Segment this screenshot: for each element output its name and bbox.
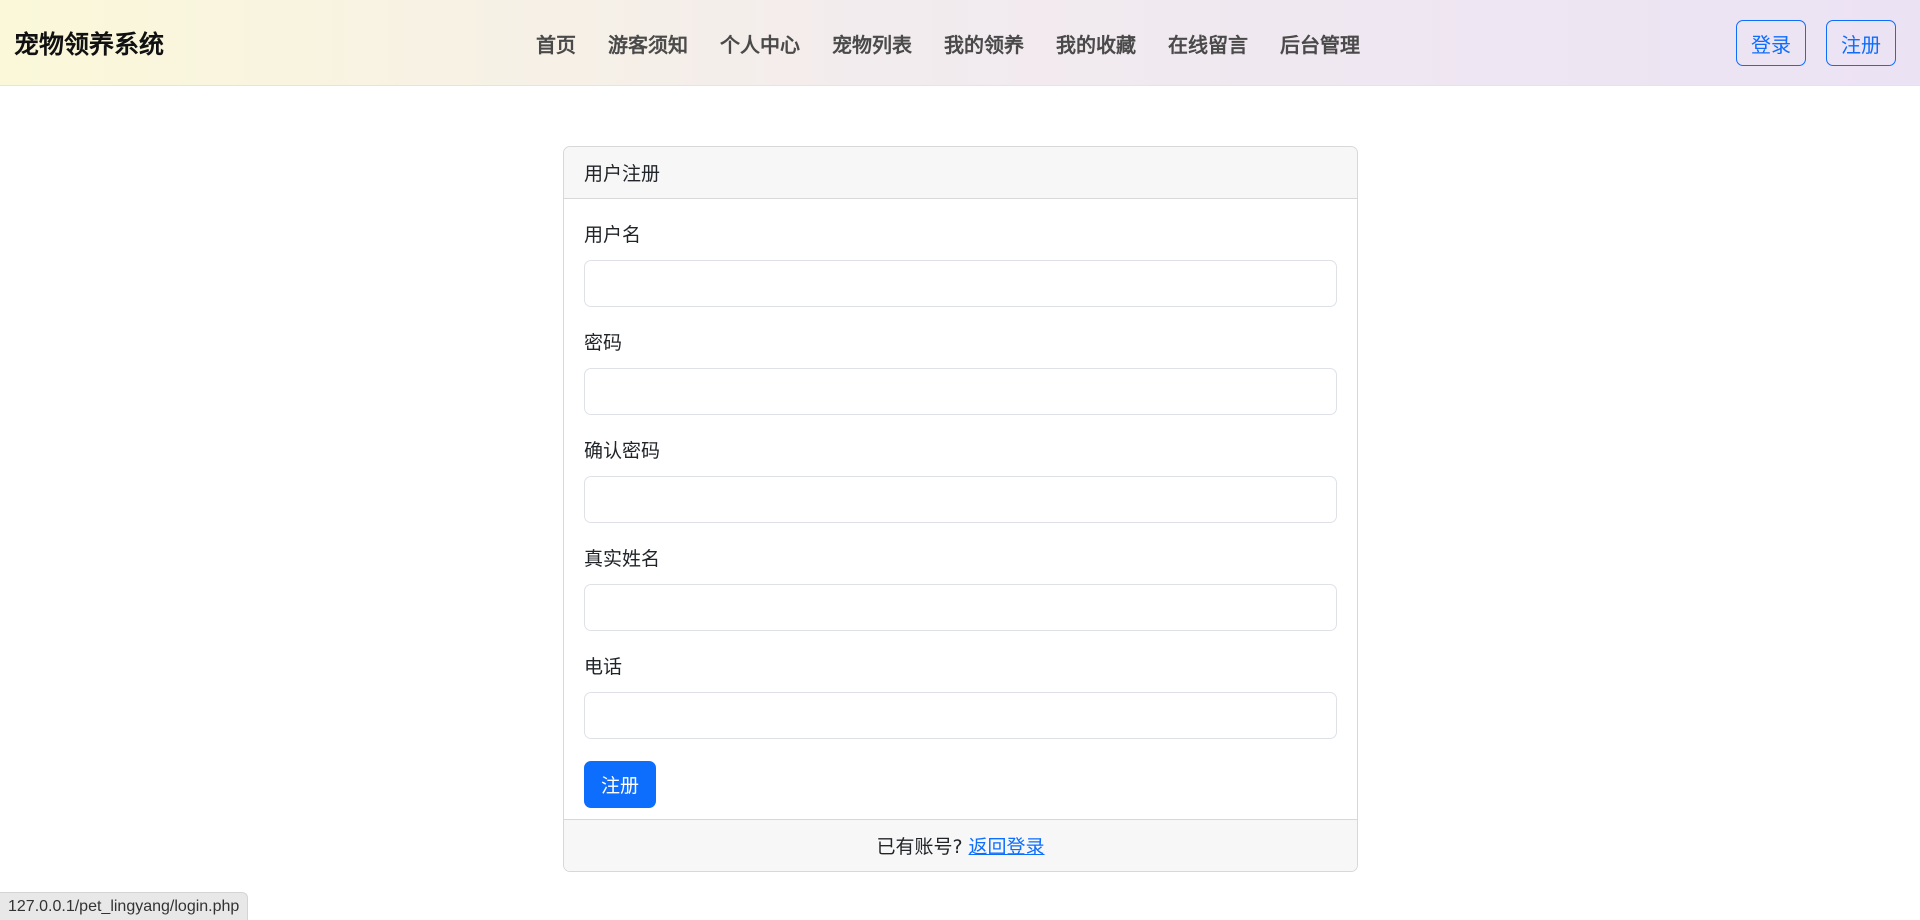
phone-input[interactable] [584, 692, 1337, 739]
nav-link-visitor-notice[interactable]: 游客须知 [592, 29, 704, 58]
confirm-password-label: 确认密码 [584, 440, 661, 462]
username-input[interactable] [584, 260, 1337, 307]
register-submit-button[interactable]: 注册 [584, 761, 656, 808]
card-title: 用户注册 [564, 147, 1357, 199]
card-footer: 已有账号? 返回登录 [564, 819, 1357, 871]
password-label: 密码 [584, 332, 623, 354]
status-bar-url: 127.0.0.1/pet_lingyang/login.php [0, 892, 249, 920]
register-nav-button[interactable]: 注册 [1826, 20, 1896, 66]
navbar: 宠物领养系统 首页 游客须知 个人中心 宠物列表 我的领养 我的收藏 在线留言 … [0, 0, 1920, 86]
confirm-password-input[interactable] [584, 476, 1337, 523]
nav-link-my-favorites[interactable]: 我的收藏 [1040, 29, 1152, 58]
nav-link-personal-center[interactable]: 个人中心 [704, 29, 816, 58]
nav-auth-buttons: 登录 注册 [1736, 20, 1896, 66]
nav-link-online-message[interactable]: 在线留言 [1152, 29, 1264, 58]
real-name-label: 真实姓名 [584, 548, 661, 570]
nav-link-admin[interactable]: 后台管理 [1264, 29, 1376, 58]
nav-link-my-adoptions[interactable]: 我的领养 [928, 29, 1040, 58]
brand-title[interactable]: 宠物领养系统 [14, 0, 164, 86]
password-input[interactable] [584, 368, 1337, 415]
back-to-login-link[interactable]: 返回登录 [969, 832, 1045, 859]
footer-text: 已有账号? [876, 836, 963, 858]
phone-label: 电话 [584, 656, 623, 678]
nav-link-home[interactable]: 首页 [520, 29, 592, 58]
real-name-input[interactable] [584, 584, 1337, 631]
username-label: 用户名 [584, 224, 642, 246]
nav-link-pet-list[interactable]: 宠物列表 [816, 29, 928, 58]
register-card: 用户注册 用户名 密码 确认密码 真实姓名 电话 注册 已有账号? 返回登录 [563, 146, 1358, 872]
nav-links: 首页 游客须知 个人中心 宠物列表 我的领养 我的收藏 在线留言 后台管理 [520, 0, 1376, 86]
login-button[interactable]: 登录 [1736, 20, 1806, 66]
register-form: 用户名 密码 确认密码 真实姓名 电话 注册 [564, 199, 1357, 819]
